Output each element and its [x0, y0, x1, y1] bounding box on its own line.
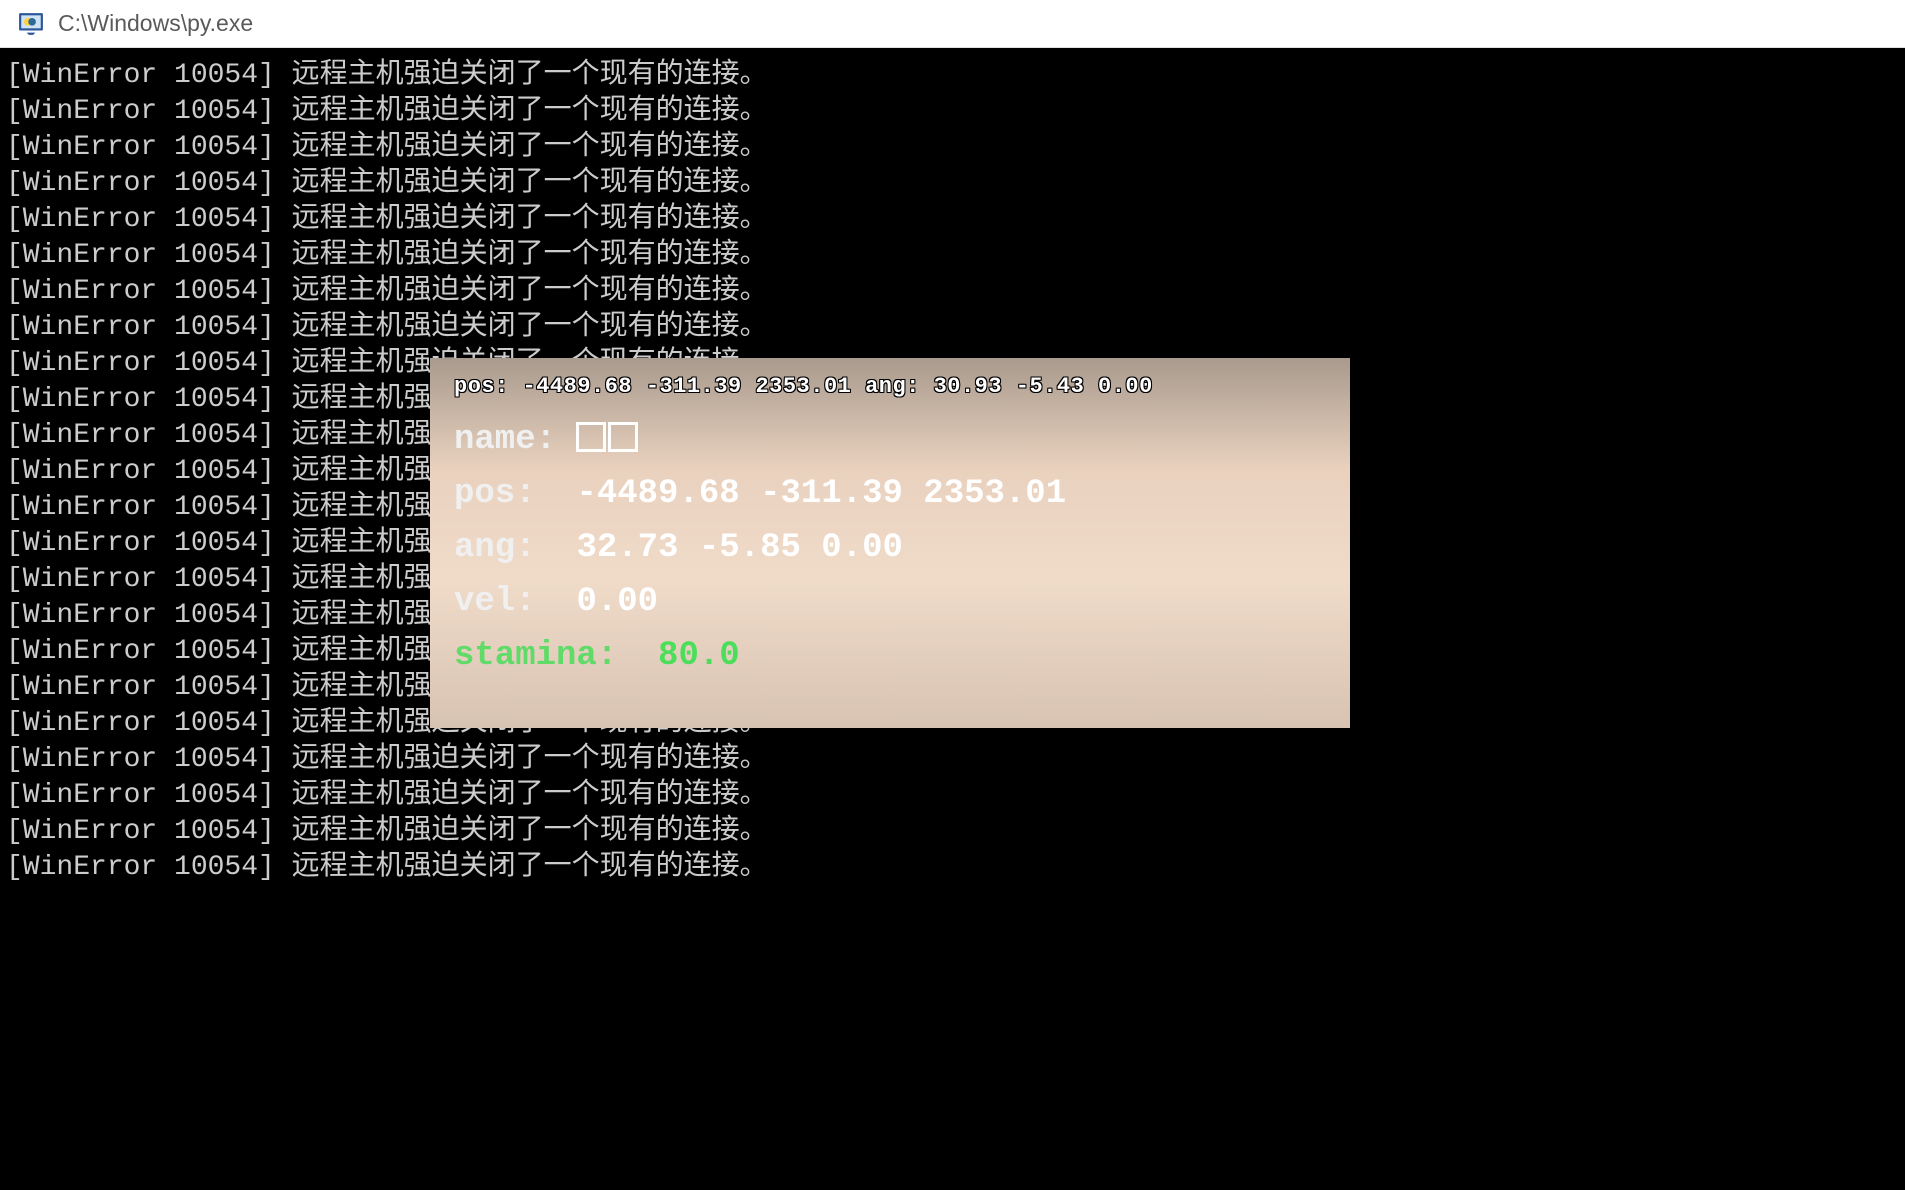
console-error-line: [WinError 10054] 远程主机强迫关闭了一个现有的连接。 [0, 274, 1905, 310]
console-error-line: [WinError 10054] 远程主机强迫关闭了一个现有的连接。 [0, 166, 1905, 202]
python-console-icon [18, 11, 44, 37]
console-error-line: [WinError 10054] 远程主机强迫关闭了一个现有的连接。 [0, 310, 1905, 346]
overlay-ang-row: ang: 32.73 -5.85 0.00 [454, 525, 1326, 571]
stamina-value: 80.0 [658, 637, 740, 675]
vel-label: vel: [454, 583, 536, 621]
console-error-line: [WinError 10054] 远程主机强迫关闭了一个现有的连接。 [0, 238, 1905, 274]
window-title: C:\Windows\py.exe [58, 10, 253, 37]
console-error-line: [WinError 10054] 远程主机强迫关闭了一个现有的连接。 [0, 202, 1905, 238]
ang-label: ang: [454, 529, 536, 567]
console-error-line: [WinError 10054] 远程主机强迫关闭了一个现有的连接。 [0, 94, 1905, 130]
overlay-vel-row: vel: 0.00 [454, 579, 1326, 625]
vel-value: 0.00 [576, 583, 658, 621]
console-error-line: [WinError 10054] 远程主机强迫关闭了一个现有的连接。 [0, 850, 1905, 886]
console-error-line: [WinError 10054] 远程主机强迫关闭了一个现有的连接。 [0, 778, 1905, 814]
overlay-stamina-row: stamina: 80.0 [454, 633, 1326, 679]
overlay-name-row: name: [454, 417, 1326, 463]
stamina-label: stamina: [454, 637, 617, 675]
console-error-line: [WinError 10054] 远程主机强迫关闭了一个现有的连接。 [0, 130, 1905, 166]
overlay-pos-row: pos: -4489.68 -311.39 2353.01 [454, 471, 1326, 517]
pos-value: -4489.68 -311.39 2353.01 [576, 475, 1066, 513]
window-titlebar: C:\Windows\py.exe [0, 0, 1905, 48]
debug-overlay: pos: -4489.68 -311.39 2353.01 ang: 30.93… [430, 358, 1350, 728]
name-label: name: [454, 421, 556, 459]
ang-value: 32.73 -5.85 0.00 [576, 529, 902, 567]
pos-label: pos: [454, 475, 536, 513]
console-output[interactable]: [WinError 10054] 远程主机强迫关闭了一个现有的连接。[WinEr… [0, 48, 1905, 1190]
console-error-line: [WinError 10054] 远程主机强迫关闭了一个现有的连接。 [0, 58, 1905, 94]
console-error-line: [WinError 10054] 远程主机强迫关闭了一个现有的连接。 [0, 814, 1905, 850]
tofu-glyph-icon [608, 422, 638, 452]
console-error-line: [WinError 10054] 远程主机强迫关闭了一个现有的连接。 [0, 742, 1905, 778]
overlay-topline: pos: -4489.68 -311.39 2353.01 ang: 30.93… [454, 374, 1326, 399]
name-value [576, 421, 640, 459]
tofu-glyph-icon [576, 422, 606, 452]
